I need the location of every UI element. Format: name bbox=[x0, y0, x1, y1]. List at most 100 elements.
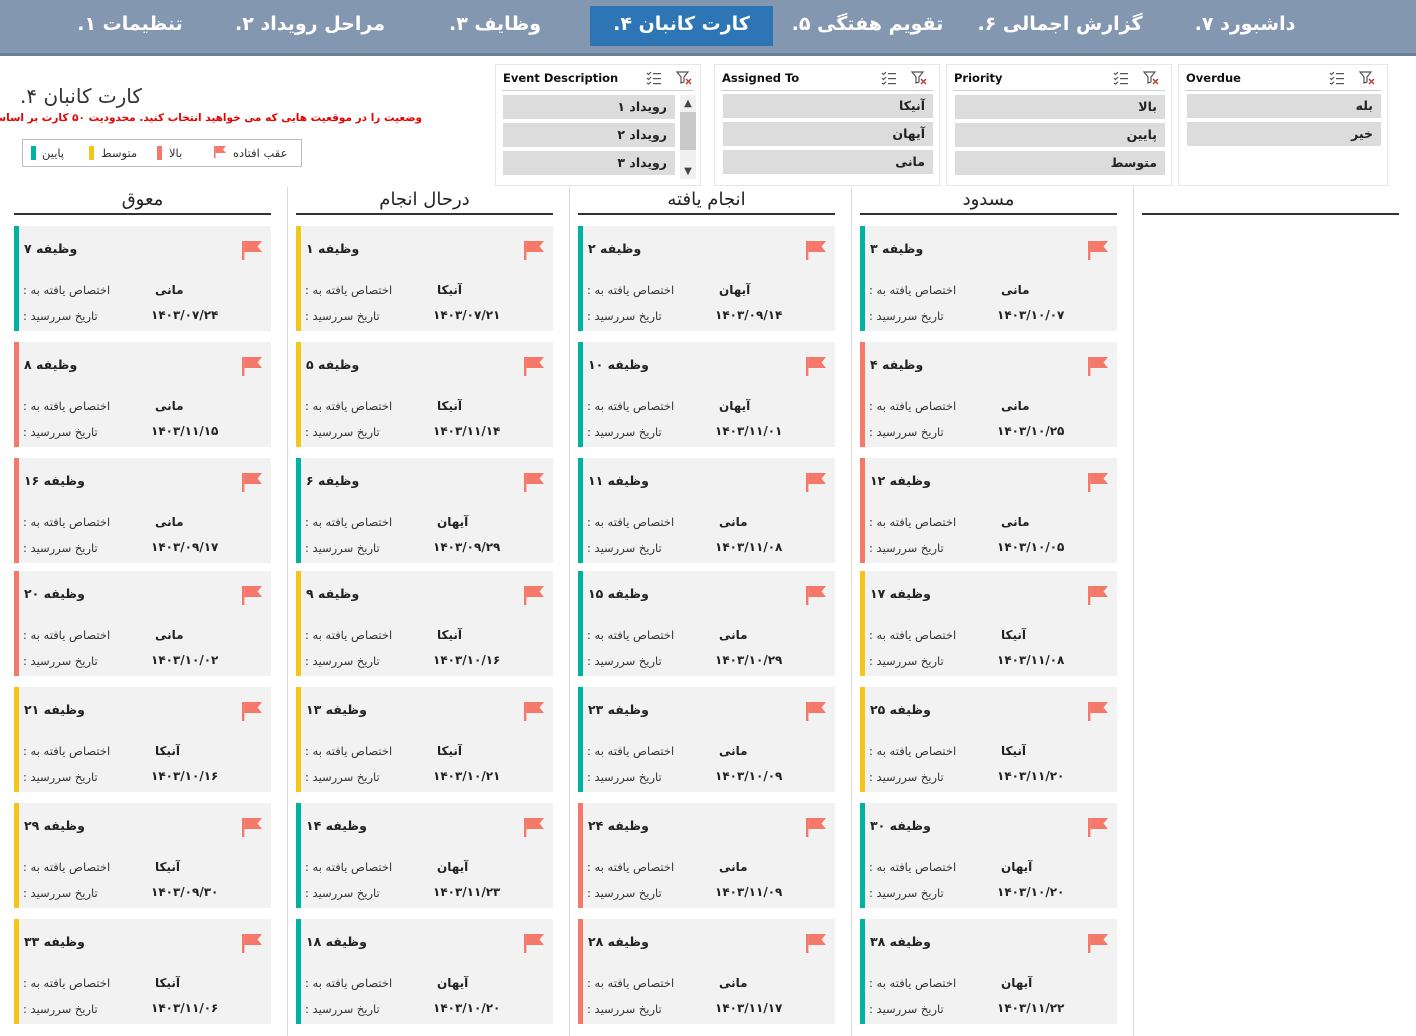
flag-icon bbox=[241, 817, 263, 837]
task-card[interactable]: وظیفه ۱۸ اختصاص یافته به : آیهان تاریخ سررس… bbox=[296, 919, 553, 1024]
tab-tasks[interactable]: وظایف ۳. bbox=[420, 6, 570, 46]
clear-filter-icon[interactable] bbox=[676, 71, 692, 85]
flag-icon bbox=[1087, 585, 1109, 605]
slicer-item-overdue-yes[interactable]: بله bbox=[1187, 94, 1381, 118]
tab-summary-report[interactable]: گزارش اجمالی ۶. bbox=[970, 6, 1150, 46]
scroll-down-icon[interactable]: ▼ bbox=[680, 165, 696, 179]
task-card[interactable]: وظیفه ۱۶ اختصاص یافته به : مانی تاریخ سررسی… bbox=[14, 458, 271, 563]
task-card[interactable]: وظیفه ۱۲ اختصاص یافته به : مانی تاریخ سررسی… bbox=[860, 458, 1117, 563]
flag-icon bbox=[805, 817, 827, 837]
assigned-to-label: اختصاص یافته به : bbox=[305, 399, 393, 413]
task-title: وظیفه ۱۶ bbox=[24, 473, 85, 488]
task-card[interactable]: وظیفه ۱۳ اختصاص یافته به : آنیکا تاریخ سررس… bbox=[296, 687, 553, 792]
legend-medium: متوسط bbox=[101, 146, 138, 160]
slicer-item-assignee-2[interactable]: آیهان bbox=[723, 122, 933, 146]
column-divider bbox=[569, 187, 570, 1036]
task-card[interactable]: وظیفه ۲ اختصاص یافته به : آیهان تاریخ سررسی… bbox=[578, 226, 835, 331]
clear-filter-icon[interactable] bbox=[1143, 71, 1159, 85]
tab-kanban-card[interactable]: کارت کانبان ۴. bbox=[590, 6, 773, 46]
tab-event-stages[interactable]: مراحل رویداد ۲. bbox=[225, 6, 395, 46]
task-card[interactable]: وظیفه ۱ اختصاص یافته به : آنیکا تاریخ سررسی… bbox=[296, 226, 553, 331]
task-card[interactable]: وظیفه ۱۰ اختصاص یافته به : آیهان تاریخ سررس… bbox=[578, 342, 835, 447]
task-card[interactable]: وظیفه ۳۸ اختصاص یافته به : آیهان تاریخ سررس… bbox=[860, 919, 1117, 1024]
assignee-name: آنیکا bbox=[437, 628, 463, 642]
multi-select-icon[interactable] bbox=[1329, 71, 1345, 85]
due-date: ۱۴۰۳/۱۱/۲۳ bbox=[433, 885, 501, 899]
assigned-to-label: اختصاص یافته به : bbox=[23, 744, 111, 758]
due-date-label: تاریخ سررسید : bbox=[587, 1002, 662, 1016]
slicer-item-event-1[interactable]: رویداد ۱ bbox=[503, 95, 675, 119]
due-date-label: تاریخ سررسید : bbox=[305, 654, 380, 668]
task-card[interactable]: وظیفه ۱۵ اختصاص یافته به : مانی تاریخ سررسی… bbox=[578, 571, 835, 676]
slicer-divider bbox=[721, 90, 933, 91]
assignee-name: مانی bbox=[719, 628, 748, 642]
task-card[interactable]: وظیفه ۶ اختصاص یافته به : آیهان تاریخ سررسی… bbox=[296, 458, 553, 563]
slicer-item-priority-low[interactable]: پایین bbox=[955, 123, 1165, 147]
assignee-name: مانی bbox=[719, 976, 748, 990]
assignee-name: آنیکا bbox=[155, 744, 181, 758]
slicer-item-priority-high[interactable]: بالا bbox=[955, 95, 1165, 119]
assignee-name: مانی bbox=[719, 744, 748, 758]
due-date-label: تاریخ سررسید : bbox=[869, 886, 944, 900]
task-title: وظیفه ۳ bbox=[870, 241, 924, 256]
task-card[interactable]: وظیفه ۲۹ اختصاص یافته به : آنیکا تاریخ سررس… bbox=[14, 803, 271, 908]
slicer-item-event-2[interactable]: رویداد ۲ bbox=[503, 123, 675, 147]
task-card[interactable]: وظیفه ۲۴ اختصاص یافته به : مانی تاریخ سررسی… bbox=[578, 803, 835, 908]
assigned-to-label: اختصاص یافته به : bbox=[23, 976, 111, 990]
slicer-item-assignee-1[interactable]: آنیکا bbox=[723, 94, 933, 118]
task-card[interactable]: وظیفه ۲۸ اختصاص یافته به : مانی تاریخ سررسی… bbox=[578, 919, 835, 1024]
slicer-priority: Priority بالا پایین متوسط bbox=[946, 64, 1172, 186]
task-card[interactable]: وظیفه ۱۴ اختصاص یافته به : آیهان تاریخ سررس… bbox=[296, 803, 553, 908]
clear-filter-icon[interactable] bbox=[911, 71, 927, 85]
task-card[interactable]: وظیفه ۱۱ اختصاص یافته به : مانی تاریخ سررسی… bbox=[578, 458, 835, 563]
assigned-to-label: اختصاص یافته به : bbox=[587, 283, 675, 297]
tab-weekly-calendar[interactable]: تقویم هفتگی ۵. bbox=[785, 6, 950, 46]
task-title: وظیفه ۳۳ bbox=[24, 934, 85, 949]
task-card[interactable]: وظیفه ۸ اختصاص یافته به : مانی تاریخ سررسید… bbox=[14, 342, 271, 447]
scroll-up-icon[interactable]: ▲ bbox=[680, 97, 696, 111]
due-date-label: تاریخ سررسید : bbox=[587, 309, 662, 323]
tab-dashboard[interactable]: داشبورد ۷. bbox=[1170, 6, 1320, 46]
assigned-to-label: اختصاص یافته به : bbox=[587, 628, 675, 642]
due-date: ۱۴۰۳/۱۰/۲۱ bbox=[433, 769, 501, 783]
task-card[interactable]: وظیفه ۴ اختصاص یافته به : مانی تاریخ سررسید… bbox=[860, 342, 1117, 447]
due-date-label: تاریخ سررسید : bbox=[23, 770, 98, 784]
due-date-label: تاریخ سررسید : bbox=[23, 541, 98, 555]
slicer-item-event-3[interactable]: رویداد ۳ bbox=[503, 151, 675, 175]
task-title: وظیفه ۱۷ bbox=[870, 586, 931, 601]
task-card[interactable]: وظیفه ۲۵ اختصاص یافته به : آنیکا تاریخ سررس… bbox=[860, 687, 1117, 792]
due-date: ۱۴۰۳/۰۹/۳۰ bbox=[151, 885, 219, 899]
clear-filter-icon[interactable] bbox=[1359, 71, 1375, 85]
slicer-header: Assigned To bbox=[722, 71, 800, 85]
flag-icon bbox=[805, 585, 827, 605]
task-card[interactable]: وظیفه ۱۷ اختصاص یافته به : آنیکا تاریخ سررس… bbox=[860, 571, 1117, 676]
task-card[interactable]: وظیفه ۵ اختصاص یافته به : آنیکا تاریخ سررسی… bbox=[296, 342, 553, 447]
assigned-to-label: اختصاص یافته به : bbox=[587, 399, 675, 413]
task-title: وظیفه ۱۴ bbox=[306, 818, 367, 833]
task-card[interactable]: وظیفه ۷ اختصاص یافته به : مانی تاریخ سررسید… bbox=[14, 226, 271, 331]
assigned-to-label: اختصاص یافته به : bbox=[23, 515, 111, 529]
task-card[interactable]: وظیفه ۳۰ اختصاص یافته به : آیهان تاریخ سررس… bbox=[860, 803, 1117, 908]
due-date-label: تاریخ سررسید : bbox=[305, 541, 380, 555]
due-date-label: تاریخ سررسید : bbox=[587, 425, 662, 439]
tab-settings[interactable]: تنظیمات ۱. bbox=[50, 6, 210, 46]
task-card[interactable]: وظیفه ۲۰ اختصاص یافته به : مانی تاریخ سررسی… bbox=[14, 571, 271, 676]
multi-select-icon[interactable] bbox=[1113, 71, 1129, 85]
task-card[interactable]: وظیفه ۳۳ اختصاص یافته به : آنیکا تاریخ سررس… bbox=[14, 919, 271, 1024]
multi-select-icon[interactable] bbox=[646, 71, 662, 85]
flag-icon bbox=[241, 356, 263, 376]
task-card[interactable]: وظیفه ۲۳ اختصاص یافته به : مانی تاریخ سررسی… bbox=[578, 687, 835, 792]
due-date: ۱۴۰۳/۱۱/۲۲ bbox=[997, 1001, 1065, 1015]
task-card[interactable]: وظیفه ۹ اختصاص یافته به : آنیکا تاریخ سررسی… bbox=[296, 571, 553, 676]
task-title: وظیفه ۹ bbox=[306, 586, 360, 601]
column-divider bbox=[1133, 187, 1134, 1036]
slicer-scrollbar-thumb[interactable] bbox=[680, 112, 696, 150]
slicer-item-overdue-no[interactable]: خیر bbox=[1187, 122, 1381, 146]
task-card[interactable]: وظیفه ۲۱ اختصاص یافته به : آنیکا تاریخ سررس… bbox=[14, 687, 271, 792]
flag-icon bbox=[523, 472, 545, 492]
due-date: ۱۴۰۳/۱۰/۲۹ bbox=[715, 653, 783, 667]
slicer-item-assignee-3[interactable]: مانی bbox=[723, 150, 933, 174]
task-card[interactable]: وظیفه ۳ اختصاص یافته به : مانی تاریخ سررسید… bbox=[860, 226, 1117, 331]
slicer-item-priority-medium[interactable]: متوسط bbox=[955, 151, 1165, 175]
multi-select-icon[interactable] bbox=[881, 71, 897, 85]
